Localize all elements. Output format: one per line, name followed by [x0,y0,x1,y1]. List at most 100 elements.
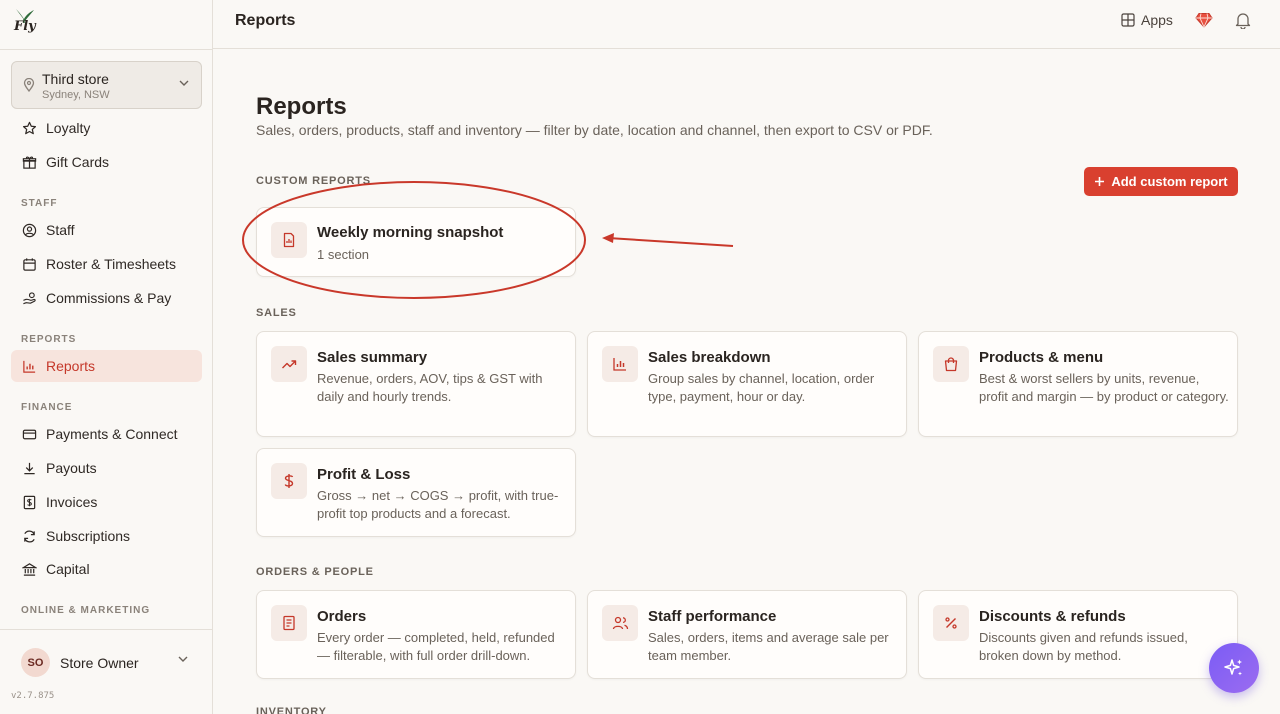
sidebar-item-loyalty[interactable]: Loyalty [11,112,202,144]
sidebar-item-label: Commissions & Pay [46,290,172,306]
section-custom-reports: CUSTOM REPORTS [256,175,371,187]
card-title: Sales summary [317,349,428,366]
gift-icon [21,154,37,170]
sidebar-item-label: Loyalty [46,120,91,136]
map-pin-icon [23,78,35,92]
refresh-icon [21,528,37,544]
top-bar: Reports Apps [213,0,1280,49]
apps-label: Apps [1141,12,1173,28]
card-title: Discounts & refunds [979,608,1126,625]
add-custom-report-label: Add custom report [1111,174,1228,189]
users-icon [602,605,638,641]
avatar[interactable]: SO [21,648,50,677]
sidebar-item-label: Roster & Timesheets [46,256,176,272]
chevron-down-icon [179,80,189,86]
user-circle-icon [21,222,37,238]
card-description: Sales, orders, items and average sale pe… [648,630,889,663]
section-finance: FINANCE [21,402,73,413]
card-description: Best & worst sellers by units, revenue, … [979,371,1229,404]
card-description: Group sales by channel, location, order … [648,371,875,404]
sidebar-item-invoices[interactable]: Invoices [11,486,202,518]
receipt-icon [271,605,307,641]
ai-assistant-button[interactable] [1209,643,1259,693]
bank-icon [21,561,37,577]
credit-card-icon [21,426,37,442]
sidebar-item-label: Reports [46,358,96,374]
sidebar-item-label: Subscriptions [46,528,131,544]
grid-icon [1121,13,1135,27]
report-card-orders[interactable]: Orders Every order — completed, held, re… [256,590,576,679]
dollar-icon [271,463,307,499]
sidebar-item-label: Invoices [46,494,98,510]
sidebar-item-gift-cards[interactable]: Gift Cards [11,146,202,178]
document-icon [271,222,307,258]
divider [0,49,213,50]
report-card-profit-loss[interactable]: Profit & Loss Gross → net → COGS → profi… [256,448,576,537]
annotation-arrow [607,237,734,247]
section-sales: SALES [256,307,297,319]
add-custom-report-button[interactable]: Add custom report [1084,167,1238,196]
page-title: Reports [256,93,347,120]
bar-chart-icon [602,346,638,382]
store-location: Sydney, NSW [42,89,110,101]
card-description: 1 section [317,247,370,262]
report-card-sales-summary[interactable]: Sales summary Revenue, orders, AOV, tips… [256,331,576,437]
calendar-icon [21,256,37,272]
sidebar-item-payments[interactable]: Payments & Connect [11,418,202,450]
bar-chart-icon [21,358,37,374]
sidebar-item-subscriptions[interactable]: Subscriptions [11,520,202,552]
divider [0,629,213,630]
user-name[interactable]: Store Owner [60,655,139,671]
trend-up-icon [271,346,307,382]
app-version: v2.7.875 [11,691,55,701]
logo-text: Fly [14,19,36,34]
card-description: Revenue, orders, AOV, tips & GST with da… [317,371,543,404]
card-title: Profit & Loss [317,466,411,483]
invoice-icon [21,494,37,510]
card-title: Staff performance [648,608,777,625]
sidebar-item-capital[interactable]: Capital [11,553,202,585]
star-icon [21,120,37,136]
sidebar-item-label: Payments & Connect [46,426,178,442]
section-staff: STAFF [21,198,58,209]
card-description: Every order — completed, held, refunded … [317,630,555,663]
sidebar-item-label: Capital [46,561,90,577]
bell-icon[interactable] [1234,11,1252,29]
store-selector[interactable]: Third store Sydney, NSW [11,61,202,109]
apps-button[interactable]: Apps [1121,12,1173,28]
card-description: Gross → net → COGS → profit, with true-p… [317,488,559,521]
card-title: Products & menu [979,349,1104,366]
card-title: Orders [317,608,367,625]
card-title: Weekly morning snapshot [317,224,504,241]
sparkles-icon [1224,659,1242,676]
report-card-sales-breakdown[interactable]: Sales breakdown Group sales by channel, … [587,331,907,437]
section-online-marketing: ONLINE & MARKETING [21,605,151,616]
card-description: Discounts given and refunds issued, brok… [979,630,1188,663]
sidebar-item-reports[interactable]: Reports [11,350,202,382]
shopping-bag-icon [933,346,969,382]
sidebar-item-label: Staff [46,222,75,238]
report-card-weekly-snapshot[interactable]: Weekly morning snapshot 1 section [256,207,576,277]
topbar-title: Reports [235,12,296,29]
store-name: Third store [42,71,109,87]
report-card-discounts-refunds[interactable]: Discounts & refunds Discounts given and … [918,590,1238,679]
chevron-down-icon[interactable] [178,656,188,662]
report-card-products-menu[interactable]: Products & menu Best & worst sellers by … [918,331,1238,437]
card-title: Sales breakdown [648,349,771,366]
sidebar-item-label: Gift Cards [46,154,110,170]
download-icon [21,460,37,476]
sidebar: Fly Third store Sydney, NSW Loyalty Gift… [0,0,213,714]
sidebar-item-commissions[interactable]: Commissions & Pay [11,282,202,314]
report-card-staff-performance[interactable]: Staff performance Sales, orders, items a… [587,590,907,679]
sidebar-item-roster[interactable]: Roster & Timesheets [11,248,202,280]
hand-coins-icon [21,290,37,306]
section-inventory: INVENTORY [256,706,327,714]
plus-icon [1095,177,1105,186]
sidebar-item-label: Payouts [46,460,97,476]
annotation-arrowhead [602,233,614,243]
sidebar-item-staff[interactable]: Staff [11,214,202,246]
section-orders-people: ORDERS & PEOPLE [256,566,374,578]
gem-icon[interactable] [1195,11,1213,29]
section-reports: REPORTS [21,334,77,345]
sidebar-item-payouts[interactable]: Payouts [11,452,202,484]
